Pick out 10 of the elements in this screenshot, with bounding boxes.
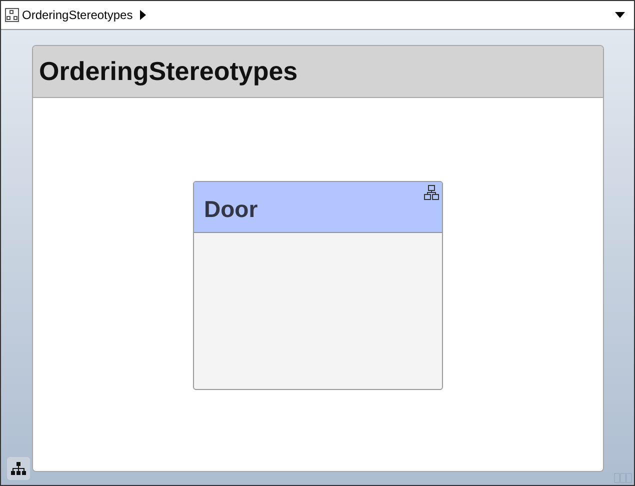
breadcrumb-item[interactable]: OrderingStereotypes (22, 8, 133, 22)
model-icon (5, 8, 19, 22)
dropdown-caret-icon[interactable] (615, 12, 625, 18)
diagram-title: OrderingStereotypes (39, 56, 298, 87)
component-block[interactable]: Door (193, 181, 443, 390)
component-name: Door (204, 196, 258, 223)
hierarchy-icon (424, 185, 439, 200)
tree-icon (11, 462, 26, 475)
caret-right-icon[interactable] (140, 10, 146, 20)
hierarchy-button[interactable] (7, 457, 30, 480)
